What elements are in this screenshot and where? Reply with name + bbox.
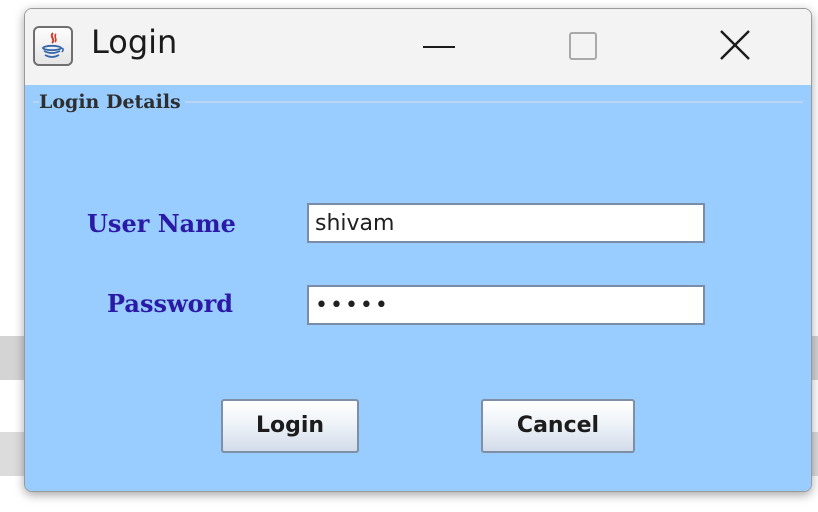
minimize-icon: [423, 46, 455, 48]
java-cup-icon: [33, 26, 73, 66]
maximize-button[interactable]: [555, 27, 615, 67]
group-title: Login Details: [39, 91, 185, 113]
login-details-panel: Login Details User Name Password Login C…: [25, 85, 811, 491]
maximize-icon: [569, 32, 597, 60]
minimize-button[interactable]: [413, 27, 473, 67]
cancel-button[interactable]: Cancel: [481, 399, 635, 453]
password-label: Password: [107, 289, 234, 318]
password-field[interactable]: [307, 285, 705, 325]
close-button[interactable]: [705, 27, 765, 67]
window-title: Login: [91, 23, 178, 61]
username-label: User Name: [87, 209, 236, 238]
close-icon: [720, 30, 750, 60]
login-window: Login Login Details User Name Password L…: [24, 8, 812, 492]
title-bar[interactable]: Login: [25, 9, 811, 85]
username-field[interactable]: [307, 203, 705, 243]
login-button[interactable]: Login: [221, 399, 359, 453]
